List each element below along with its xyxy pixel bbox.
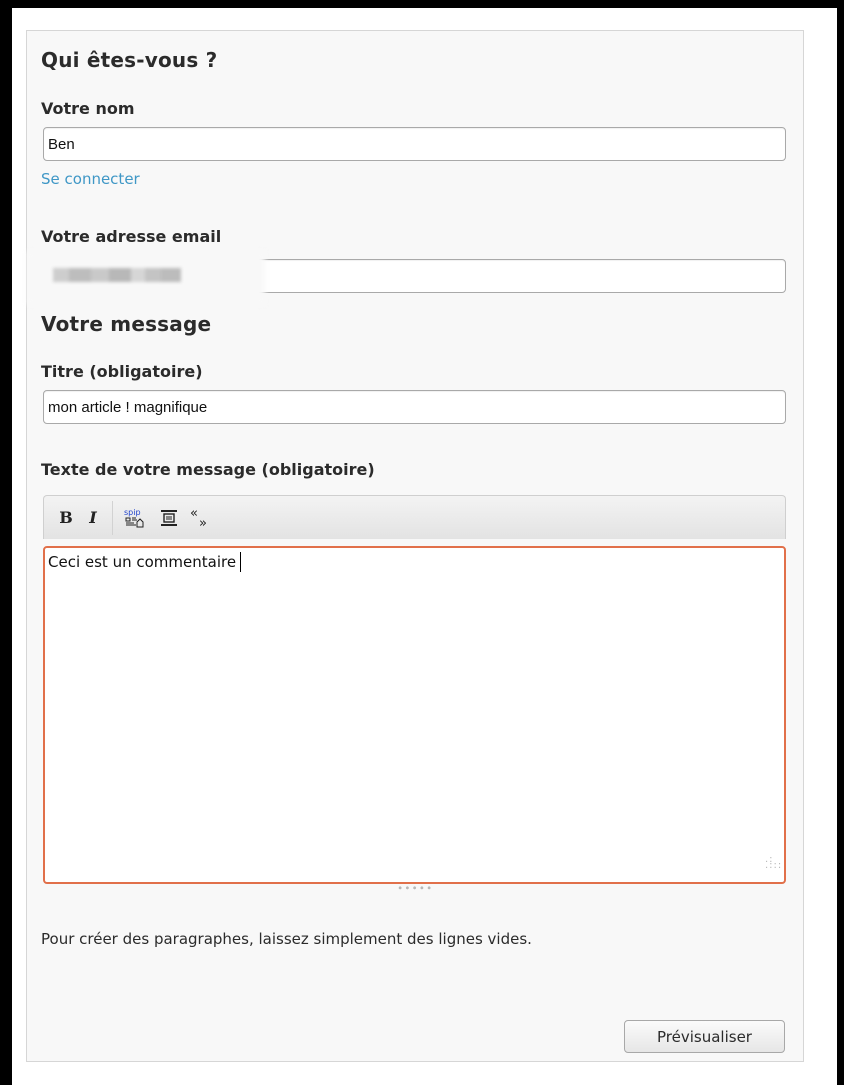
name-input[interactable] (43, 127, 786, 161)
text-caret (240, 552, 242, 572)
textarea-drag-handle[interactable]: ∙∙∙∙∙ (397, 883, 433, 894)
editor-toolbar: B I spip « » (43, 495, 786, 539)
text-label: Texte de votre message (obligatoire) (41, 460, 375, 479)
italic-button[interactable]: I (78, 501, 108, 535)
textarea-resize-grip[interactable]: .:.::: (765, 855, 782, 871)
preview-button[interactable]: Prévisualiser (624, 1020, 785, 1053)
svg-text:»: » (199, 516, 207, 529)
title-input[interactable] (43, 390, 786, 424)
name-label: Votre nom (41, 99, 135, 118)
who-heading: Qui êtes-vous ? (41, 48, 218, 72)
redacted-email (53, 267, 181, 286)
message-text: Ceci est un commentaire (48, 553, 237, 571)
comment-form: Qui êtes-vous ? Votre nom Se connecter V… (26, 30, 804, 1062)
title-label: Titre (obligatoire) (41, 362, 203, 381)
quote-icon[interactable]: « » (187, 501, 215, 535)
email-label: Votre adresse email (41, 227, 222, 246)
paragraph-hint: Pour créer des paragraphes, laissez simp… (41, 930, 532, 948)
message-heading: Votre message (41, 312, 212, 336)
spip-link-icon[interactable]: spip (117, 501, 151, 535)
message-textarea[interactable]: Ceci est un commentaire (43, 546, 786, 884)
svg-text:spip: spip (124, 508, 141, 517)
login-link[interactable]: Se connecter (41, 170, 140, 188)
bold-button[interactable]: B (54, 501, 78, 535)
svg-text:«: « (190, 507, 198, 521)
toolbar-separator (112, 500, 113, 535)
paragraph-icon[interactable] (151, 501, 187, 535)
